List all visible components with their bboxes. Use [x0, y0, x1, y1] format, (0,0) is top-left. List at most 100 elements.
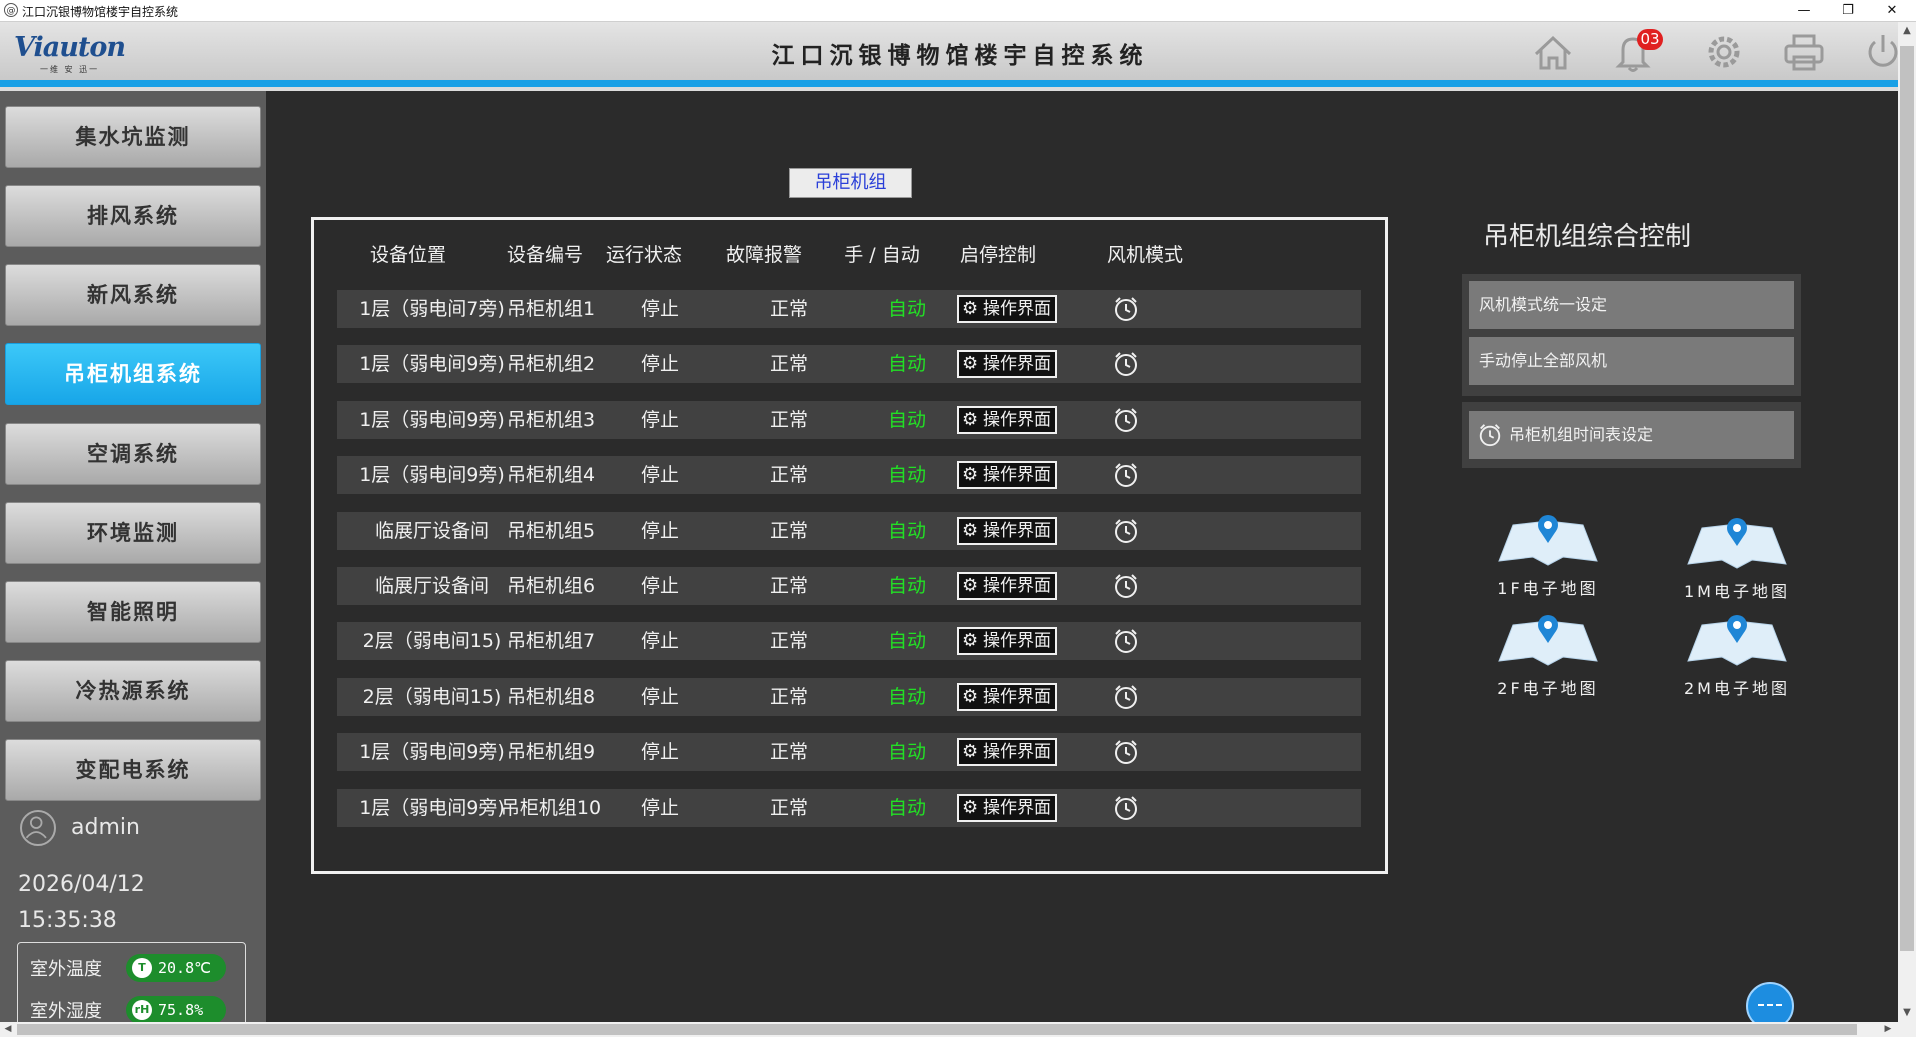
scroll-right-icon[interactable]: ▶	[1880, 1022, 1896, 1037]
operation-interface-label: 操作界面	[983, 299, 1051, 319]
cell-fault-alarm: 正常	[769, 409, 808, 431]
nav-power-distribution[interactable]: 变配电系统	[5, 739, 261, 801]
column-header-location: 设备位置	[369, 244, 446, 266]
environment-box: 室外温度 T 20.8℃ 室外湿度 rH 75.8%	[17, 942, 246, 1032]
alarm-clock-icon[interactable]	[1112, 295, 1140, 323]
alarm-clock-icon[interactable]	[1112, 627, 1140, 655]
operation-interface-button[interactable]: ⚙ 操作界面	[957, 517, 1057, 545]
alarm-clock-icon[interactable]	[1112, 683, 1140, 711]
alarm-clock-icon[interactable]	[1112, 350, 1140, 378]
window-title: 江口沉银博物馆楼宇自控系统	[22, 5, 179, 19]
operation-interface-label: 操作界面	[983, 521, 1051, 541]
scroll-up-icon[interactable]: ▲	[1898, 22, 1916, 40]
operation-interface-button[interactable]: ⚙ 操作界面	[957, 794, 1057, 822]
schedule-panel: 吊柜机组时间表设定	[1462, 402, 1801, 468]
avatar-icon	[20, 810, 56, 846]
vertical-scrollbar[interactable]: ▲ ▼	[1898, 22, 1916, 1022]
app-header: Viauton 一维 安 迅一 江口沉银博物馆楼宇自控系统	[0, 22, 1898, 80]
schedule-setting-label: 吊柜机组时间表设定	[1509, 425, 1654, 444]
operation-interface-button[interactable]: ⚙ 操作界面	[957, 683, 1057, 711]
column-header-fan-mode: 风机模式	[1106, 244, 1183, 266]
operation-interface-label: 操作界面	[983, 687, 1051, 707]
nav-environment-monitoring[interactable]: 环境监测	[5, 502, 261, 564]
map-icon	[1498, 515, 1598, 566]
map-2m-button[interactable]: 2M电子地图	[1672, 611, 1802, 711]
gears-icon: ⚙	[962, 409, 979, 430]
current-date: 2026/04/12	[18, 872, 145, 897]
humidity-icon: rH	[132, 1000, 152, 1020]
map-1m-button[interactable]: 1M电子地图	[1672, 514, 1802, 614]
scroll-thumb-horizontal[interactable]	[17, 1024, 1857, 1035]
map-icon	[1687, 518, 1787, 569]
cell-device-id: 吊柜机组10	[500, 797, 602, 819]
table-row: 2层（弱电间15) 吊柜机组8 停止 正常 自动 ⚙ 操作界面	[337, 678, 1361, 716]
sidebar: 集水坑监测 排风系统 新风系统 吊柜机组系统 空调系统 环境监测 智能照明 冷热…	[0, 91, 266, 1032]
nav-exhaust-system[interactable]: 排风系统	[5, 185, 261, 247]
operation-interface-label: 操作界面	[983, 798, 1051, 818]
alarm-clock-icon[interactable]	[1112, 406, 1140, 434]
close-button[interactable]: ✕	[1870, 0, 1914, 22]
logo: Viauton	[14, 32, 126, 63]
scroll-left-icon[interactable]: ◀	[0, 1022, 16, 1037]
column-header-run-status: 运行状态	[605, 244, 682, 266]
schedule-setting-button[interactable]: 吊柜机组时间表设定	[1469, 411, 1794, 459]
operation-interface-button[interactable]: ⚙ 操作界面	[957, 738, 1057, 766]
cell-run-status: 停止	[640, 630, 679, 652]
printer-icon[interactable]	[1781, 30, 1827, 74]
table-row: 1层（弱电间9旁) 吊柜机组4 停止 正常 自动 ⚙ 操作界面	[337, 456, 1361, 494]
horizontal-scrollbar[interactable]: ◀ ▶	[0, 1022, 1898, 1037]
cell-manual-auto: 自动	[887, 630, 926, 652]
nav-fresh-air-system[interactable]: 新风系统	[5, 264, 261, 326]
home-icon[interactable]	[1530, 30, 1576, 74]
operation-interface-button[interactable]: ⚙ 操作界面	[957, 295, 1057, 323]
cell-device-id: 吊柜机组7	[506, 630, 596, 652]
alarm-clock-icon[interactable]	[1112, 517, 1140, 545]
gears-icon: ⚙	[962, 630, 979, 651]
cell-fault-alarm: 正常	[769, 298, 808, 320]
operation-interface-button[interactable]: ⚙ 操作界面	[957, 461, 1057, 489]
nav-smart-lighting[interactable]: 智能照明	[5, 581, 261, 643]
map-1f-button[interactable]: 1F电子地图	[1483, 511, 1613, 611]
cell-device-id: 吊柜机组6	[506, 575, 596, 597]
app-title: 江口沉银博物馆楼宇自控系统	[771, 42, 1149, 69]
cell-run-status: 停止	[640, 741, 679, 763]
alarm-clock-icon[interactable]	[1112, 461, 1140, 489]
gears-icon: ⚙	[962, 686, 979, 707]
cell-run-status: 停止	[640, 298, 679, 320]
nav-ac-system[interactable]: 空调系统	[5, 423, 261, 485]
stop-all-fans-button[interactable]: 手动停止全部风机	[1469, 337, 1794, 385]
control-panel: 风机模式统一设定 手动停止全部风机	[1462, 274, 1801, 396]
fan-mode-unify-button[interactable]: 风机模式统一设定	[1469, 281, 1794, 329]
table-row: 1层（弱电间9旁) 吊柜机组10 停止 正常 自动 ⚙ 操作界面	[337, 789, 1361, 827]
cell-run-status: 停止	[640, 797, 679, 819]
gear-icon[interactable]	[1701, 30, 1747, 74]
map-2f-button[interactable]: 2F电子地图	[1483, 611, 1613, 711]
operation-interface-button[interactable]: ⚙ 操作界面	[957, 572, 1057, 600]
column-header-start-stop: 启停控制	[959, 244, 1036, 266]
table-row: 临展厅设备间 吊柜机组5 停止 正常 自动 ⚙ 操作界面	[337, 512, 1361, 550]
operation-interface-button[interactable]: ⚙ 操作界面	[957, 350, 1057, 378]
scroll-thumb[interactable]	[1900, 46, 1914, 951]
restore-button[interactable]: ❐	[1826, 0, 1870, 22]
scroll-down-icon[interactable]: ▼	[1898, 1004, 1916, 1022]
nav-ceiling-unit-system[interactable]: 吊柜机组系统	[5, 343, 261, 405]
minimize-button[interactable]: —	[1782, 0, 1826, 22]
nav-sump-monitoring[interactable]: 集水坑监测	[5, 106, 261, 168]
cell-fault-alarm: 正常	[769, 353, 808, 375]
map-icon	[1498, 615, 1598, 666]
username: admin	[71, 815, 140, 840]
operation-interface-button[interactable]: ⚙ 操作界面	[957, 627, 1057, 655]
table-row: 1层（弱电间7旁) 吊柜机组1 停止 正常 自动 ⚙ 操作界面	[337, 290, 1361, 328]
alarm-clock-icon[interactable]	[1112, 738, 1140, 766]
map-2f-label: 2F电子地图	[1497, 679, 1599, 698]
alarm-clock-icon[interactable]	[1112, 572, 1140, 600]
cell-device-id: 吊柜机组2	[506, 353, 596, 375]
gears-icon: ⚙	[962, 575, 979, 596]
gears-icon: ⚙	[962, 741, 979, 762]
operation-interface-button[interactable]: ⚙ 操作界面	[957, 406, 1057, 434]
alarm-clock-icon[interactable]	[1112, 794, 1140, 822]
window-titlebar: @ 江口沉银博物馆楼宇自控系统 — ❐ ✕	[0, 0, 1916, 22]
cell-fault-alarm: 正常	[769, 797, 808, 819]
nav-heat-cold-source[interactable]: 冷热源系统	[5, 660, 261, 722]
outdoor-humidity-label: 室外湿度	[30, 1001, 102, 1022]
